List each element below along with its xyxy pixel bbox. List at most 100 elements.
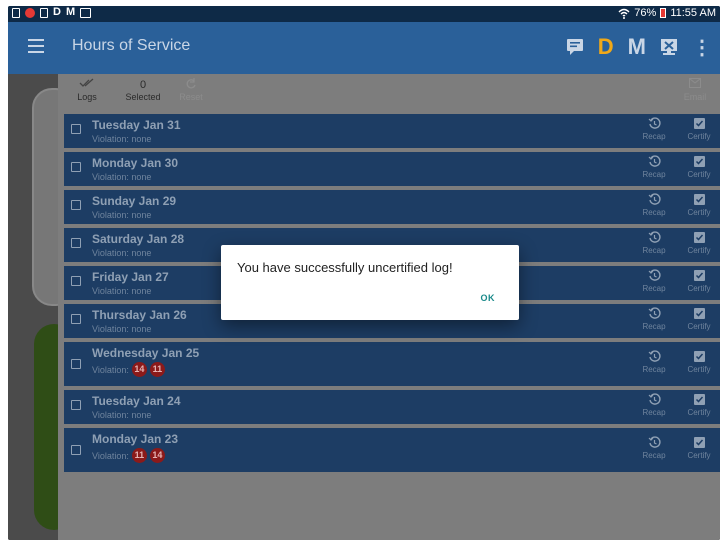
recap-label: Recap <box>642 451 666 460</box>
device-screen: D M 76% 11:55 AM Hours of Service D M ⋮ … <box>8 6 720 540</box>
recap-button[interactable]: Recap <box>639 117 669 141</box>
certify-button[interactable]: Certify <box>682 393 716 417</box>
recap-button[interactable]: Recap <box>639 231 669 255</box>
certify-button[interactable]: Certify <box>682 350 716 374</box>
certify-check-icon <box>693 394 705 405</box>
eld-disconnected-icon[interactable] <box>660 38 678 56</box>
violation-label: Violation: <box>92 364 129 375</box>
reset-button[interactable]: Reset <box>174 78 208 102</box>
certify-check-icon <box>693 194 705 205</box>
log-checkbox[interactable] <box>71 276 81 286</box>
history-icon <box>648 307 661 319</box>
log-violation: Violation: 14 11 <box>92 362 165 377</box>
log-checkbox[interactable] <box>71 124 81 134</box>
log-row[interactable]: Wednesday Jan 25 Violation: 14 11 Recap … <box>64 342 720 386</box>
log-checkbox[interactable] <box>71 314 81 324</box>
certify-label: Certify <box>687 408 711 417</box>
mode-button[interactable]: M <box>628 34 646 60</box>
certify-check-icon <box>693 351 705 362</box>
selected-counter: 0 Selected <box>118 78 168 102</box>
history-icon <box>648 393 661 405</box>
hamburger-menu-icon[interactable] <box>28 39 44 57</box>
history-icon <box>648 117 661 129</box>
image-icon <box>80 7 92 18</box>
recap-button[interactable]: Recap <box>639 307 669 331</box>
violation-label: Violation: none <box>92 410 152 420</box>
log-row[interactable]: Monday Jan 23 Violation: 11 14 Recap Cer… <box>64 428 720 472</box>
recap-button[interactable]: Recap <box>639 269 669 293</box>
log-date: Friday Jan 27 <box>92 270 169 284</box>
log-row[interactable]: Tuesday Jan 24 Violation: none Recap Cer… <box>64 390 720 424</box>
violation-badge: 11 <box>149 362 165 377</box>
recap-label: Recap <box>642 365 666 374</box>
certify-label: Certify <box>687 322 711 331</box>
log-violation: Violation: none <box>92 324 151 334</box>
certify-button[interactable]: Certify <box>682 193 716 217</box>
email-button[interactable]: Email <box>678 78 712 102</box>
certify-button[interactable]: Certify <box>682 307 716 331</box>
violation-badge: 14 <box>149 448 165 463</box>
status-m-icon: M <box>65 6 76 18</box>
log-row[interactable]: Tuesday Jan 31 Violation: none Recap Cer… <box>64 114 720 148</box>
log-row[interactable]: Sunday Jan 29 Violation: none Recap Cert… <box>64 190 720 224</box>
certify-button[interactable]: Certify <box>682 155 716 179</box>
log-date: Wednesday Jan 25 <box>92 346 200 360</box>
log-violation: Violation: none <box>92 248 151 258</box>
recap-label: Recap <box>642 408 666 417</box>
certify-label: Certify <box>687 246 711 255</box>
recap-button[interactable]: Recap <box>639 350 669 374</box>
success-dialog: You have successfully uncertified log! O… <box>221 245 519 320</box>
certify-label: Certify <box>687 284 711 293</box>
log-checkbox[interactable] <box>71 359 81 369</box>
double-check-icon <box>79 78 94 87</box>
history-icon <box>648 436 661 448</box>
certify-check-icon <box>693 437 705 448</box>
certify-button[interactable]: Certify <box>682 117 716 141</box>
recap-label: Recap <box>642 322 666 331</box>
messages-icon[interactable] <box>566 38 584 56</box>
document-icon <box>12 7 20 18</box>
log-checkbox[interactable] <box>71 400 81 410</box>
recap-button[interactable]: Recap <box>639 155 669 179</box>
recap-button[interactable]: Recap <box>639 393 669 417</box>
recap-button[interactable]: Recap <box>639 436 669 460</box>
certify-check-icon <box>693 308 705 319</box>
log-checkbox[interactable] <box>71 238 81 248</box>
log-checkbox[interactable] <box>71 162 81 172</box>
status-d-icon: D <box>53 6 61 18</box>
ok-button[interactable]: OK <box>481 293 496 303</box>
log-date: Saturday Jan 28 <box>92 232 185 246</box>
certify-check-icon <box>693 232 705 243</box>
email-icon <box>689 78 701 88</box>
log-date: Monday Jan 30 <box>92 156 179 170</box>
battery-percent: 76% <box>634 7 657 19</box>
app-bar: Hours of Service D M ⋮ <box>8 22 720 74</box>
certify-button[interactable]: Certify <box>682 269 716 293</box>
log-checkbox[interactable] <box>71 200 81 210</box>
recap-label: Recap <box>642 284 666 293</box>
certify-label: Certify <box>687 365 711 374</box>
log-row[interactable]: Monday Jan 30 Violation: none Recap Cert… <box>64 152 720 186</box>
violation-badge: 14 <box>131 362 147 377</box>
email-label: Email <box>683 92 707 102</box>
certify-button[interactable]: Certify <box>682 231 716 255</box>
history-icon <box>648 231 661 243</box>
log-date: Sunday Jan 29 <box>92 194 177 208</box>
recap-label: Recap <box>642 132 666 141</box>
log-violation: Violation: none <box>92 410 151 420</box>
sd-card-icon <box>40 7 48 18</box>
log-date: Tuesday Jan 24 <box>92 394 181 408</box>
logs-label: Logs <box>77 92 97 102</box>
overflow-menu-icon[interactable]: ⋮ <box>692 35 712 60</box>
violation-label: Violation: none <box>92 324 152 334</box>
recap-button[interactable]: Recap <box>639 193 669 217</box>
certify-check-icon <box>693 118 705 129</box>
duty-status-button[interactable]: D <box>598 34 614 60</box>
logs-toolbar: Logs 0 Selected Reset Email <box>58 74 720 114</box>
violation-label: Violation: none <box>92 210 152 220</box>
certify-button[interactable]: Certify <box>682 436 716 460</box>
violation-label: Violation: none <box>92 134 152 144</box>
log-checkbox[interactable] <box>71 445 81 455</box>
logs-button[interactable]: Logs <box>72 78 102 102</box>
violation-label: Violation: none <box>92 286 152 296</box>
